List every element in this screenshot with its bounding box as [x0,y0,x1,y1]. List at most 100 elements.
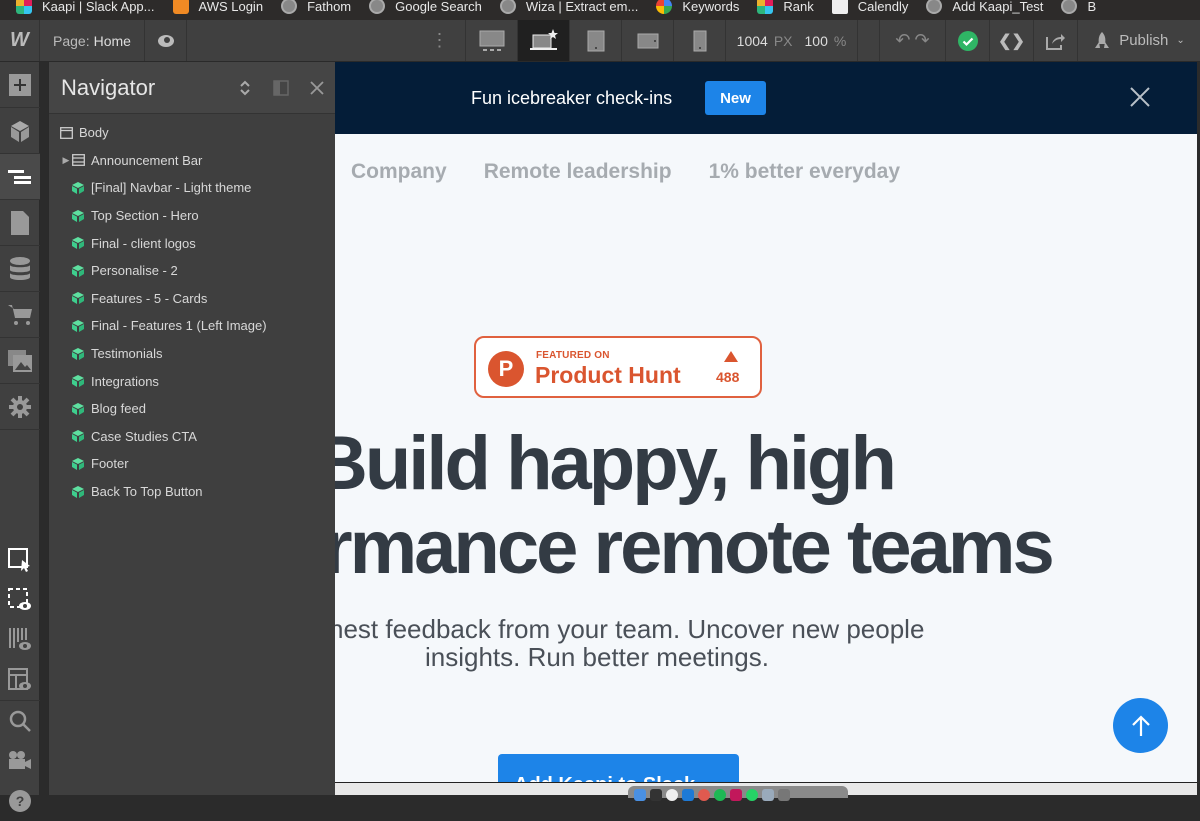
breakpoint-large-desktop[interactable] [466,20,518,61]
aws-icon [172,0,189,14]
navigator-item[interactable]: Blog feed [49,395,335,423]
cms-button[interactable] [0,246,40,292]
canvas-dimensions: 1004 PX 100% [726,20,858,61]
navigator-item-label: Footer [91,456,129,472]
bookmark[interactable]: Calendly [831,0,908,14]
finder-icon[interactable] [634,789,646,801]
bookmark[interactable]: Fathom [281,0,351,14]
help-button[interactable]: ? [0,781,40,821]
product-hunt-logo: P [488,351,524,387]
bookmark[interactable]: Rank [757,0,814,14]
grid-overlay-button[interactable] [0,620,40,660]
bookmark[interactable]: B [1061,0,1096,14]
globe-icon [926,0,943,14]
navigator-item[interactable]: Final - client logos [49,229,335,257]
product-hunt-badge[interactable]: P FEATURED ON Product Hunt 488 [474,336,762,398]
designer-toolbar: W Page: Home ⋮ 1004 PX 100% ↶ ↷ ❮❯ Publish ⌄ [0,20,1200,62]
expand-caret-icon[interactable]: ▶ [61,155,71,166]
search-button[interactable] [0,701,40,741]
page-selector[interactable]: Page: Home [40,20,145,61]
cursor-select-icon [8,548,30,572]
close-navigator-button[interactable] [299,80,335,95]
symbol-icon [71,319,85,333]
announcement-close-button[interactable] [1129,86,1153,110]
show-hidden-button[interactable] [0,580,40,620]
bookmark[interactable]: Kaapi | Slack App... [16,0,155,14]
nav-link-remote-leadership[interactable]: Remote leadership [484,160,672,184]
navigator-item[interactable]: Features - 5 - Cards [49,285,335,313]
share-button[interactable] [1034,20,1078,61]
layout-preview-button[interactable] [0,660,40,700]
nav-link-company[interactable]: Company [351,160,447,184]
breakpoint-mobile-portrait[interactable] [674,20,726,61]
bookmark[interactable]: Keywords [656,0,739,14]
ecommerce-button[interactable] [0,292,40,338]
navigator-item[interactable]: Body [49,119,335,147]
add-to-slack-button[interactable]: Add Kaapi to Slack [498,754,739,782]
navigator-item[interactable]: Footer [49,450,335,478]
rocket-icon [1095,31,1110,48]
undo-redo: ↶ ↷ [880,20,946,61]
redo-icon[interactable]: ↷ [915,30,930,51]
vscode-icon[interactable] [682,789,694,801]
video-camera-icon [9,751,31,769]
pages-button[interactable] [0,200,40,246]
navigator-item[interactable]: Integrations [49,367,335,395]
select-element-button[interactable] [0,540,40,580]
section-icon [71,153,85,167]
add-panel-button[interactable] [0,62,40,108]
navigator-item[interactable]: Case Studies CTA [49,423,335,451]
nav-link-better-everyday[interactable]: 1% better everyday [709,160,900,184]
arrow-up-icon [1131,714,1150,736]
close-icon [310,80,324,95]
video-tutorials-button[interactable] [0,741,40,781]
navigator-item[interactable]: Back To Top Button [49,478,335,506]
code-icon: ❮❯ [998,32,1025,50]
navigator-item[interactable]: [Final] Navbar - Light theme [49,174,335,202]
design-canvas[interactable]: Fun icebreaker check-ins New Company Rem… [335,62,1197,782]
breakpoint-desktop[interactable] [518,20,570,61]
dock-panel-button[interactable] [263,79,299,96]
symbol-icon [71,209,85,223]
spotify-icon[interactable] [714,789,726,801]
undo-icon[interactable]: ↶ [895,30,910,51]
back-to-top-button[interactable] [1113,698,1168,753]
navigator-item[interactable]: Personalise - 2 [49,257,335,285]
symbols-button[interactable] [0,108,40,154]
navigator-button[interactable] [0,154,40,200]
bookmark[interactable]: Add Kaapi_Test [926,0,1043,14]
navigator-item[interactable]: Final - Features 1 (Left Image) [49,312,335,340]
more-breakpoints-button[interactable]: ⋮ [414,20,466,61]
webflow-logo[interactable]: W [0,20,40,61]
preview-button[interactable] [145,20,187,61]
bookmark[interactable]: AWS Login [172,0,263,14]
expand-collapse-button[interactable] [227,80,263,96]
bookmark[interactable]: Google Search [369,0,482,14]
navigator-item[interactable]: ▶ Announcement Bar [49,147,335,175]
app-icon[interactable] [730,789,742,801]
app-icon[interactable] [666,789,678,801]
navigator-item[interactable]: Testimonials [49,340,335,368]
symbol-icon [71,291,85,305]
breakpoint-mobile-landscape[interactable] [622,20,674,61]
app-icon[interactable] [650,789,662,801]
whatsapp-icon[interactable] [746,789,758,801]
code-export-button[interactable]: ❮❯ [990,20,1034,61]
trash-icon[interactable] [778,789,790,801]
share-icon [1045,33,1065,50]
navigator-item-label: Personalise - 2 [91,263,178,279]
publish-button[interactable]: Publish ⌄ [1078,20,1200,61]
navigator-item[interactable]: Top Section - Hero [49,202,335,230]
bookmark[interactable]: Wiza | Extract em... [499,0,638,14]
app-icon[interactable] [762,789,774,801]
navigator-item-label: Announcement Bar [91,152,203,168]
settings-button[interactable] [0,384,40,430]
gear-icon [9,395,31,418]
status-button[interactable] [946,20,990,61]
app-icon[interactable] [698,789,710,801]
breakpoint-tablet[interactable] [570,20,622,61]
new-badge[interactable]: New [705,81,766,115]
assets-button[interactable] [0,338,40,384]
navigator-item-label: Testimonials [91,346,163,362]
canvas-zoom: 100 [804,32,828,49]
